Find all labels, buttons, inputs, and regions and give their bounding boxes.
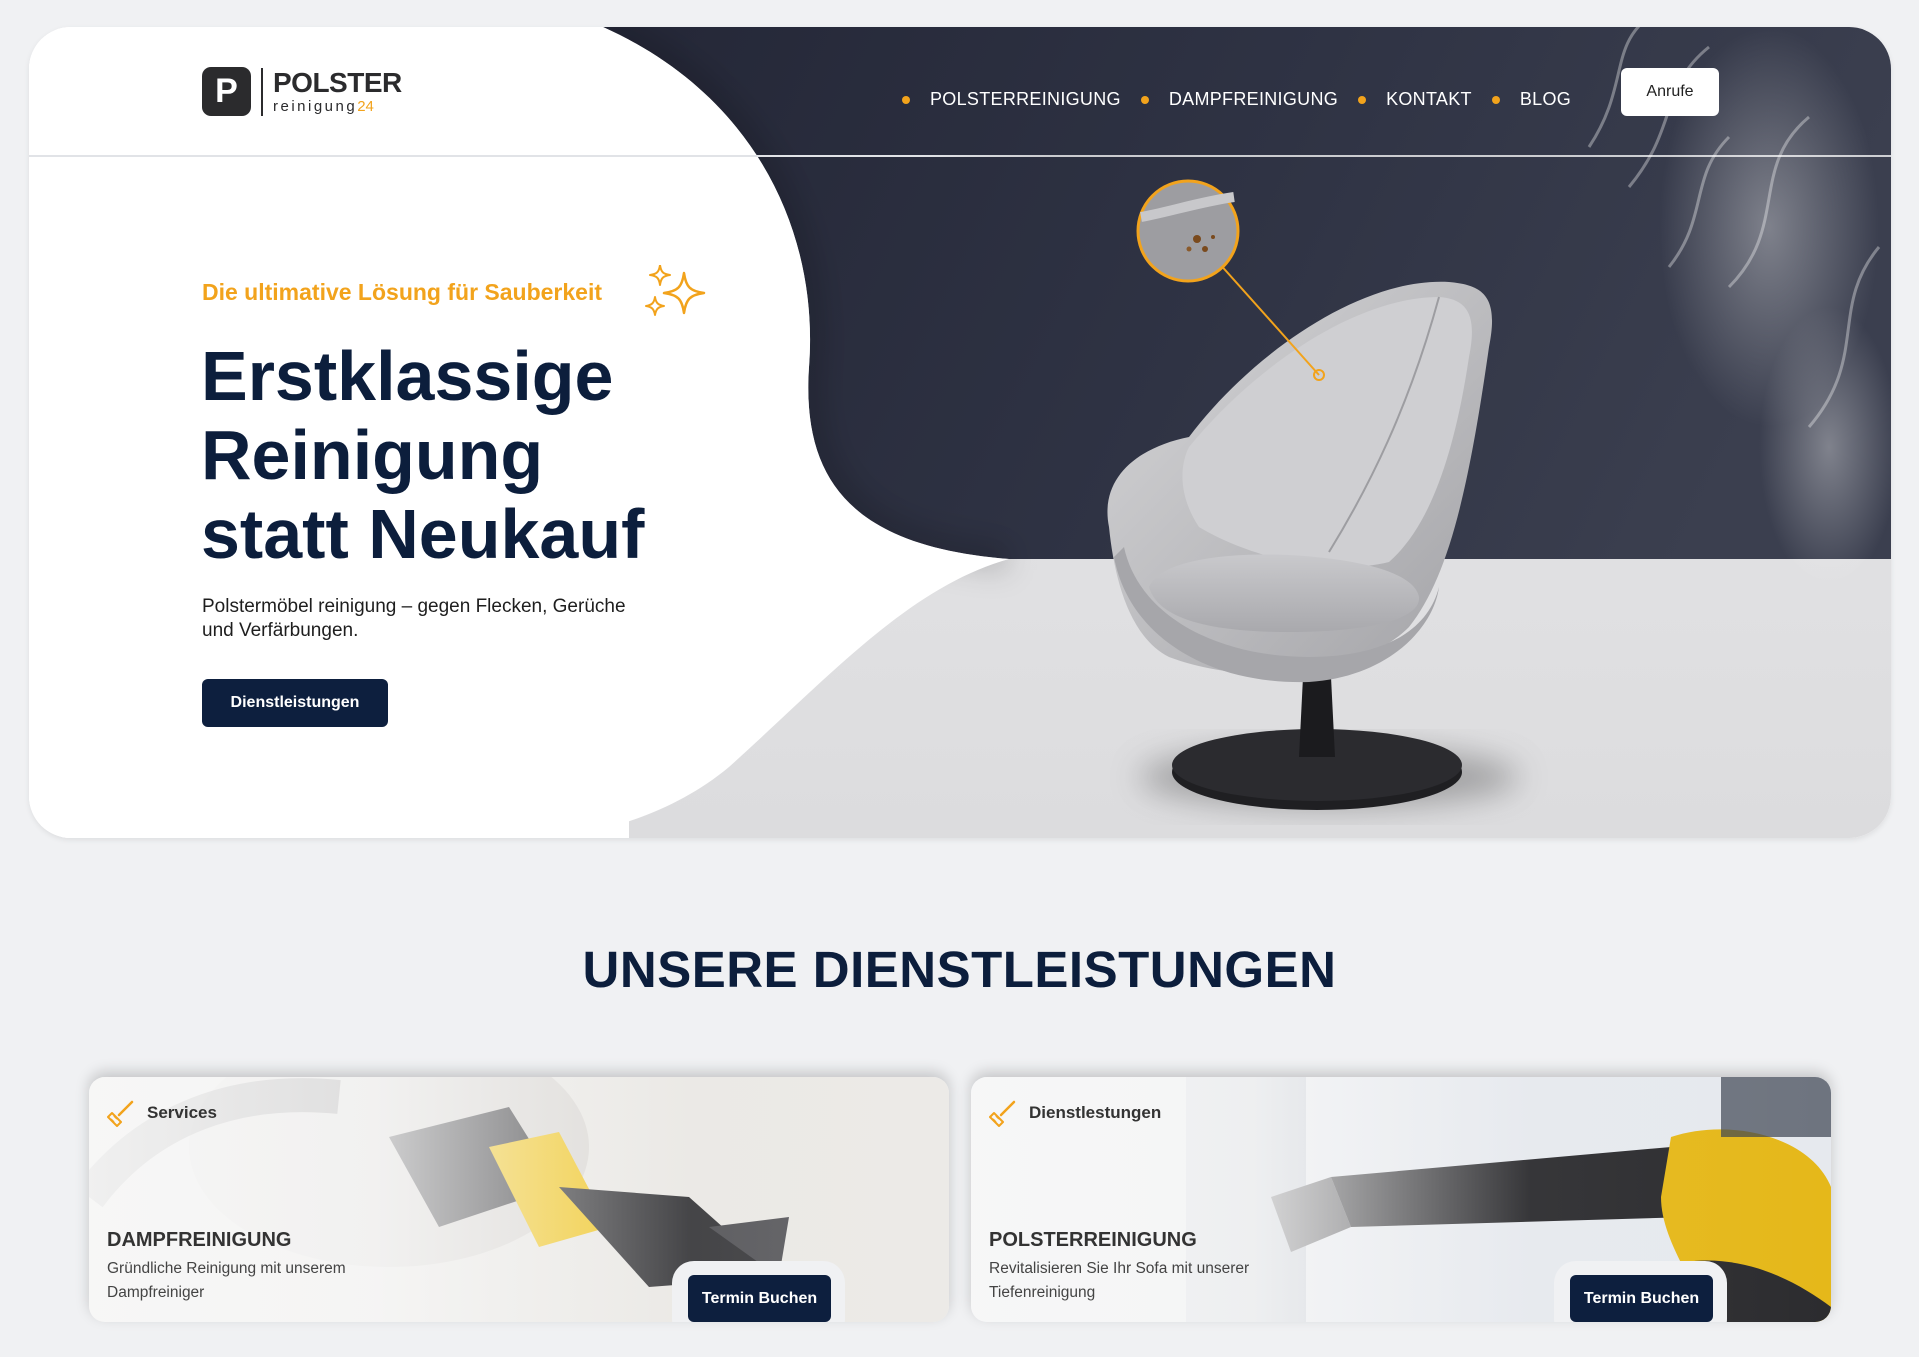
logo-sub-word: reinigung <box>273 98 358 115</box>
call-button[interactable]: Anrufe <box>1621 68 1719 116</box>
main-nav: POLSTERREINIGUNG DAMPFREINIGUNG KONTAKT … <box>902 89 1571 110</box>
service-card-dampfreinigung[interactable]: Services DAMPFREINIGUNG Gründliche Reini… <box>89 1077 949 1322</box>
nav-item-blog[interactable]: BLOG <box>1472 89 1571 110</box>
logo-mark: P <box>202 67 251 116</box>
nav-item-label: KONTAKT <box>1386 89 1472 109</box>
headline-line: statt Neukauf <box>201 495 645 573</box>
headline-line: Erstklassige <box>201 337 614 415</box>
nav-item-label: DAMPFREINIGUNG <box>1168 89 1339 109</box>
logo-wordmark: POLSTER reinigung24 <box>273 67 402 115</box>
card-description: Revitalisieren Sie Ihr Sofa mit unserer … <box>989 1260 1250 1301</box>
nav-item-polsterreinigung[interactable]: POLSTERREINIGUNG <box>902 89 1121 110</box>
services-title: UNSERE DIENSTLEISTUNGEN <box>582 941 1337 998</box>
hero-subtext: Polstermöbel reinigung – gegen Flecken, … <box>202 596 626 641</box>
brush-icon <box>989 1100 1016 1127</box>
book-appointment-button[interactable]: Termin Buchen <box>688 1275 831 1322</box>
hero-tagline: Die ultimative Lösung für Sauberkeit <box>202 279 603 305</box>
hero-section: P POLSTER reinigung24 POLSTERREINIGUNG D… <box>29 27 1891 838</box>
logo-sub-number: 24 <box>357 98 374 115</box>
logo-subline: reinigung24 <box>273 99 402 114</box>
sparkle-icon <box>645 265 706 316</box>
logo-name: POLSTER <box>273 67 402 98</box>
nav-item-label: POLSTERREINIGUNG <box>930 89 1121 109</box>
armchair-illustration <box>1107 179 1519 810</box>
nav-bullet-icon <box>902 95 910 104</box>
card-title: DAMPFREINIGUNG <box>107 1229 292 1251</box>
service-card-polsterreinigung[interactable]: Dienstlestungen POLSTERREINIGUNG Revital… <box>971 1077 1831 1322</box>
nav-bullet-icon <box>1140 95 1149 104</box>
nav-item-kontakt[interactable]: KONTAKT <box>1338 89 1472 110</box>
headline-line: Reinigung <box>201 416 544 494</box>
services-cta-button[interactable]: Dienstleistungen <box>202 679 388 727</box>
card-tag-label: Dienstlestungen <box>1029 1103 1162 1122</box>
nav-bullet-icon <box>1491 95 1500 104</box>
card-tag: Services <box>107 1099 217 1127</box>
nav-item-label: BLOG <box>1519 89 1572 109</box>
card-description: Gründliche Reinigung mit unserem Dampfre… <box>107 1260 346 1301</box>
card-title: POLSTERREINIGUNG <box>989 1229 1197 1251</box>
card-tag-label: Services <box>147 1103 217 1122</box>
nav-item-dampfreinigung[interactable]: DAMPFREINIGUNG <box>1121 89 1338 110</box>
card-tag: Dienstlestungen <box>989 1099 1161 1127</box>
brush-icon <box>107 1100 134 1127</box>
logo-separator <box>261 67 263 116</box>
hero-headline: Erstklassige Reinigung statt Neukauf <box>201 337 761 574</box>
book-appointment-button[interactable]: Termin Buchen <box>1570 1275 1713 1322</box>
nav-bullet-icon <box>1358 95 1367 104</box>
brand-logo[interactable]: P POLSTER reinigung24 <box>202 67 402 116</box>
